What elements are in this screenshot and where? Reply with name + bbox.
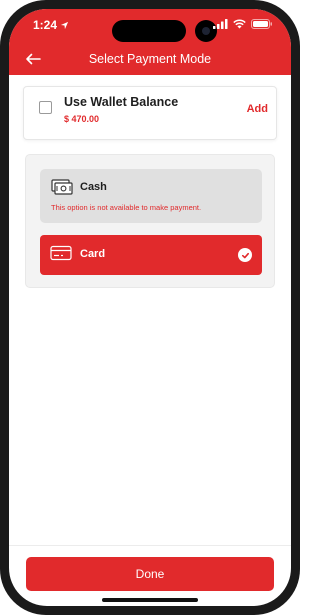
card-icon	[50, 245, 72, 266]
wallet-balance-amount: $ 470.00	[64, 114, 100, 124]
payment-option-cash-label: Cash	[80, 181, 107, 193]
wallet-balance-checkbox[interactable]	[39, 101, 52, 114]
payment-option-cash[interactable]: Cash This option is not available to mak…	[40, 169, 262, 223]
home-indicator	[102, 598, 198, 602]
wallet-balance-title: Use Wallet Balance	[64, 95, 179, 109]
cash-icon	[51, 179, 73, 200]
status-icons	[213, 19, 273, 29]
signal-icon	[213, 19, 228, 29]
app-header: 1:24 Select Payment Mode	[9, 9, 291, 75]
cash-unavailable-note: This option is not available to make pay…	[51, 203, 202, 212]
app-screen: 1:24 Select Payment Mode Use Wallet Bala…	[9, 9, 291, 606]
wallet-balance-card: Use Wallet Balance $ 470.00 Add	[23, 86, 277, 140]
mute-switch	[0, 120, 3, 142]
page-title: Select Payment Mode	[88, 52, 212, 66]
payment-modes-panel: Cash This option is not available to mak…	[25, 154, 275, 288]
done-button[interactable]: Done	[26, 557, 274, 591]
volume-up-button	[0, 165, 3, 210]
battery-icon	[251, 19, 272, 29]
dynamic-island	[112, 20, 186, 42]
status-time-text: 1:24	[33, 18, 58, 32]
selected-check-icon	[238, 248, 252, 262]
payment-option-card-label: Card	[80, 248, 106, 260]
location-arrow-icon	[60, 21, 69, 29]
volume-down-button	[0, 220, 3, 265]
footer-divider	[9, 545, 291, 546]
power-button	[297, 182, 300, 248]
status-time: 1:24	[33, 18, 69, 32]
payment-option-card[interactable]: Card	[40, 235, 262, 275]
wifi-icon	[233, 19, 246, 29]
add-wallet-funds-button[interactable]: Add	[247, 103, 268, 115]
